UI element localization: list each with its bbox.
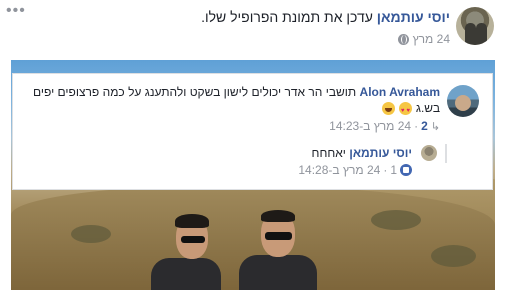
like-icon bbox=[400, 164, 412, 176]
reply-body: יוסי עותמאן יאחחח bbox=[312, 146, 412, 160]
reply-count-link[interactable]: 2 bbox=[421, 119, 428, 133]
globe-icon bbox=[397, 33, 409, 45]
post-action-text: עדכן את תמונת הפרופיל שלו. bbox=[201, 9, 373, 25]
reply-meta: 1 · 24 מרץ ב-14:28 bbox=[298, 163, 412, 177]
comment-text-cont: בש.ג bbox=[415, 101, 440, 115]
comment-body: Alon Avraham תושבי הר אדר יכולים לישון ב… bbox=[33, 85, 440, 100]
more-options-button[interactable]: ••• bbox=[6, 3, 26, 19]
photo-person-right-sunglasses bbox=[265, 232, 292, 240]
like-count[interactable]: 1 bbox=[390, 163, 397, 177]
comment-body-cont: בש.ג bbox=[381, 100, 440, 119]
post-meta: 24 מרץ bbox=[397, 32, 450, 46]
laughing-emoji-icon bbox=[381, 101, 395, 115]
reply-author-avatar[interactable] bbox=[421, 145, 437, 161]
reply-thread-line bbox=[445, 144, 447, 163]
post-date[interactable]: 24 מרץ bbox=[413, 32, 450, 46]
reply-timestamp[interactable]: 24 מרץ ב-14:28 bbox=[298, 163, 380, 177]
comment-timestamp[interactable]: 24 מרץ ב-14:23 bbox=[329, 119, 411, 133]
photo-shrub bbox=[71, 225, 111, 243]
reply-author-link[interactable]: יוסי עותמאן bbox=[349, 146, 412, 160]
comment-text: תושבי הר אדר יכולים לישון בשקט ולהתענג ע… bbox=[32, 85, 357, 99]
heart-eyes-emoji-icon bbox=[398, 101, 412, 119]
commenter-name-link[interactable]: Alon Avraham bbox=[360, 85, 440, 99]
comments-section: Alon Avraham תושבי הר אדר יכולים לישון ב… bbox=[12, 73, 493, 190]
photo-person-left-sunglasses bbox=[181, 236, 205, 243]
photo-person-left-body bbox=[151, 258, 221, 290]
reply-text: יאחחח bbox=[311, 146, 346, 160]
commenter-avatar[interactable] bbox=[447, 85, 479, 117]
photo-shrub bbox=[431, 245, 476, 267]
post-header: יוסי עותמאן עדכן את תמונת הפרופיל שלו. bbox=[201, 9, 450, 25]
reply-arrow-icon: ↳ bbox=[430, 120, 440, 133]
comment-meta: ↳ 2 · 24 מרץ ב-14:23 bbox=[329, 119, 440, 133]
photo-shrub bbox=[371, 210, 421, 230]
photo-person-left-hair bbox=[175, 214, 209, 228]
photo-person-right-hair bbox=[261, 210, 295, 222]
post-author-link[interactable]: יוסי עותמאן bbox=[377, 9, 450, 25]
author-avatar[interactable] bbox=[456, 7, 494, 45]
photo-person-right-body bbox=[239, 255, 317, 290]
